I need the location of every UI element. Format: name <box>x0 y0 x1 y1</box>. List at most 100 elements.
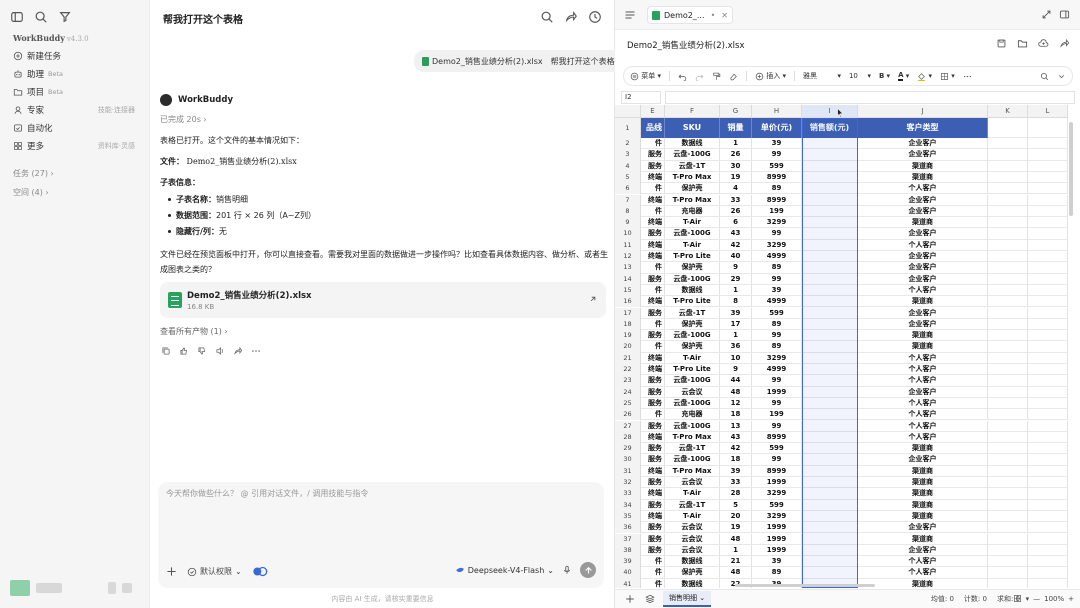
table-cell[interactable]: 6 <box>720 217 752 229</box>
table-cell[interactable]: T-Pro Max <box>665 431 720 444</box>
table-cell[interactable]: 599 <box>752 160 802 172</box>
table-cell[interactable]: 28 <box>720 488 752 500</box>
row-header[interactable]: 12 <box>615 251 641 263</box>
table-cell[interactable]: 599 <box>752 307 802 319</box>
menu-icon[interactable] <box>624 9 636 21</box>
table-cell[interactable]: 云盘-100G <box>665 397 720 410</box>
empty-cell[interactable] <box>988 251 1028 263</box>
eraser-icon[interactable] <box>729 72 738 81</box>
table-cell[interactable]: 1999 <box>752 544 802 557</box>
column-header[interactable]: L <box>1028 105 1068 118</box>
table-cell[interactable] <box>802 194 858 206</box>
table-cell[interactable]: 个人客户 <box>858 375 988 387</box>
table-cell[interactable]: 1 <box>720 544 752 557</box>
empty-cell[interactable] <box>1028 578 1068 588</box>
table-cell[interactable]: 40 <box>720 251 752 263</box>
table-cell[interactable]: 36 <box>720 341 752 353</box>
table-cell[interactable]: 39 <box>752 284 802 297</box>
add-sheet-icon[interactable] <box>625 594 635 604</box>
chevron-down-icon[interactable] <box>1057 72 1066 81</box>
empty-cell[interactable] <box>1028 273 1068 285</box>
row-header[interactable]: 17 <box>615 307 641 319</box>
table-cell[interactable]: 89 <box>752 183 802 195</box>
empty-cell[interactable] <box>988 239 1028 251</box>
row-header[interactable]: 38 <box>615 544 641 557</box>
table-cell[interactable]: 3299 <box>752 217 802 229</box>
empty-cell[interactable] <box>988 296 1028 308</box>
table-cell[interactable] <box>802 183 858 195</box>
table-cell[interactable]: 渠道商 <box>858 160 988 172</box>
sidebar-toggle-icon[interactable] <box>10 10 24 24</box>
header-cell[interactable]: SKU <box>665 118 720 138</box>
table-cell[interactable]: 服务 <box>641 544 665 557</box>
table-cell[interactable] <box>802 205 858 218</box>
font-family-select[interactable]: 雅黑 ▾ <box>803 71 841 81</box>
table-cell[interactable]: 1999 <box>752 477 802 489</box>
table-cell[interactable]: 云盘-100G <box>665 149 720 161</box>
table-cell[interactable]: 33 <box>720 477 752 489</box>
table-cell[interactable] <box>802 375 858 387</box>
table-cell[interactable]: 个人客户 <box>858 284 988 297</box>
empty-cell[interactable] <box>1028 330 1068 342</box>
empty-cell[interactable] <box>1028 341 1068 353</box>
header-cell[interactable]: 销售额(元) <box>802 118 858 138</box>
row-header[interactable]: 26 <box>615 409 641 421</box>
table-cell[interactable]: 数据线 <box>665 138 720 150</box>
table-cell[interactable]: 99 <box>752 273 802 285</box>
table-cell[interactable]: 42 <box>720 443 752 455</box>
table-cell[interactable]: 1999 <box>752 386 802 398</box>
table-cell[interactable]: 渠道商 <box>858 533 988 545</box>
table-cell[interactable] <box>802 330 858 342</box>
save-icon[interactable] <box>996 38 1007 49</box>
row-header[interactable]: 19 <box>615 330 641 342</box>
table-cell[interactable]: 保护壳 <box>665 567 720 579</box>
table-cell[interactable]: 云盘-100G <box>665 454 720 466</box>
empty-cell[interactable] <box>1028 284 1068 297</box>
table-cell[interactable] <box>802 228 858 240</box>
table-cell[interactable]: 服务 <box>641 533 665 545</box>
history-icon[interactable] <box>588 10 602 24</box>
file-card[interactable]: Demo2_销售业绩分析(2).xlsx 16.8 KB <box>160 282 606 318</box>
table-cell[interactable]: 8999 <box>752 194 802 206</box>
empty-cell[interactable] <box>1028 352 1068 364</box>
more-icon[interactable] <box>963 72 972 81</box>
table-cell[interactable]: 服务 <box>641 160 665 172</box>
upload-cloud-icon[interactable] <box>1038 38 1049 49</box>
select-all-corner[interactable] <box>615 105 641 118</box>
row-header[interactable]: 22 <box>615 364 641 376</box>
empty-cell[interactable] <box>988 578 1028 588</box>
table-cell[interactable]: T-Pro Lite <box>665 251 720 263</box>
row-header[interactable]: 35 <box>615 510 641 523</box>
row-header[interactable]: 21 <box>615 352 641 364</box>
table-cell[interactable]: T-Pro Max <box>665 171 720 184</box>
table-cell[interactable]: 个人客户 <box>858 556 988 568</box>
empty-cell[interactable] <box>1028 409 1068 421</box>
table-cell[interactable] <box>802 352 858 364</box>
row-header[interactable]: 2 <box>615 138 641 150</box>
table-cell[interactable] <box>802 431 858 444</box>
row-header[interactable]: 5 <box>615 171 641 184</box>
chat-input[interactable]: 今天帮你做些什么？ @ 引用对话文件，/ 调用技能与指令 <box>166 488 368 499</box>
table-cell[interactable]: 12 <box>720 397 752 410</box>
row-header[interactable]: 16 <box>615 296 641 308</box>
table-cell[interactable]: 云盘-100G <box>665 330 720 342</box>
row-header[interactable]: 37 <box>615 533 641 545</box>
table-cell[interactable] <box>802 307 858 319</box>
empty-cell[interactable] <box>1028 307 1068 319</box>
table-cell[interactable]: T-Pro Max <box>665 465 720 477</box>
user-message-file[interactable]: Demo2_销售业绩分析(2).xlsx <box>432 56 543 67</box>
table-cell[interactable] <box>802 522 858 534</box>
table-cell[interactable]: 服务 <box>641 330 665 342</box>
table-cell[interactable]: 4999 <box>752 251 802 263</box>
table-cell[interactable] <box>802 454 858 466</box>
table-cell[interactable]: 保护壳 <box>665 183 720 195</box>
share-icon[interactable] <box>564 10 578 24</box>
table-cell[interactable]: 19 <box>720 171 752 184</box>
table-cell[interactable]: 数据线 <box>665 556 720 568</box>
row-header[interactable]: 23 <box>615 375 641 387</box>
table-cell[interactable]: 企业客户 <box>858 262 988 274</box>
table-cell[interactable] <box>802 217 858 229</box>
row-header[interactable]: 41 <box>615 578 641 588</box>
table-cell[interactable]: 云盘-1T <box>665 499 720 511</box>
table-cell[interactable]: 件 <box>641 262 665 274</box>
